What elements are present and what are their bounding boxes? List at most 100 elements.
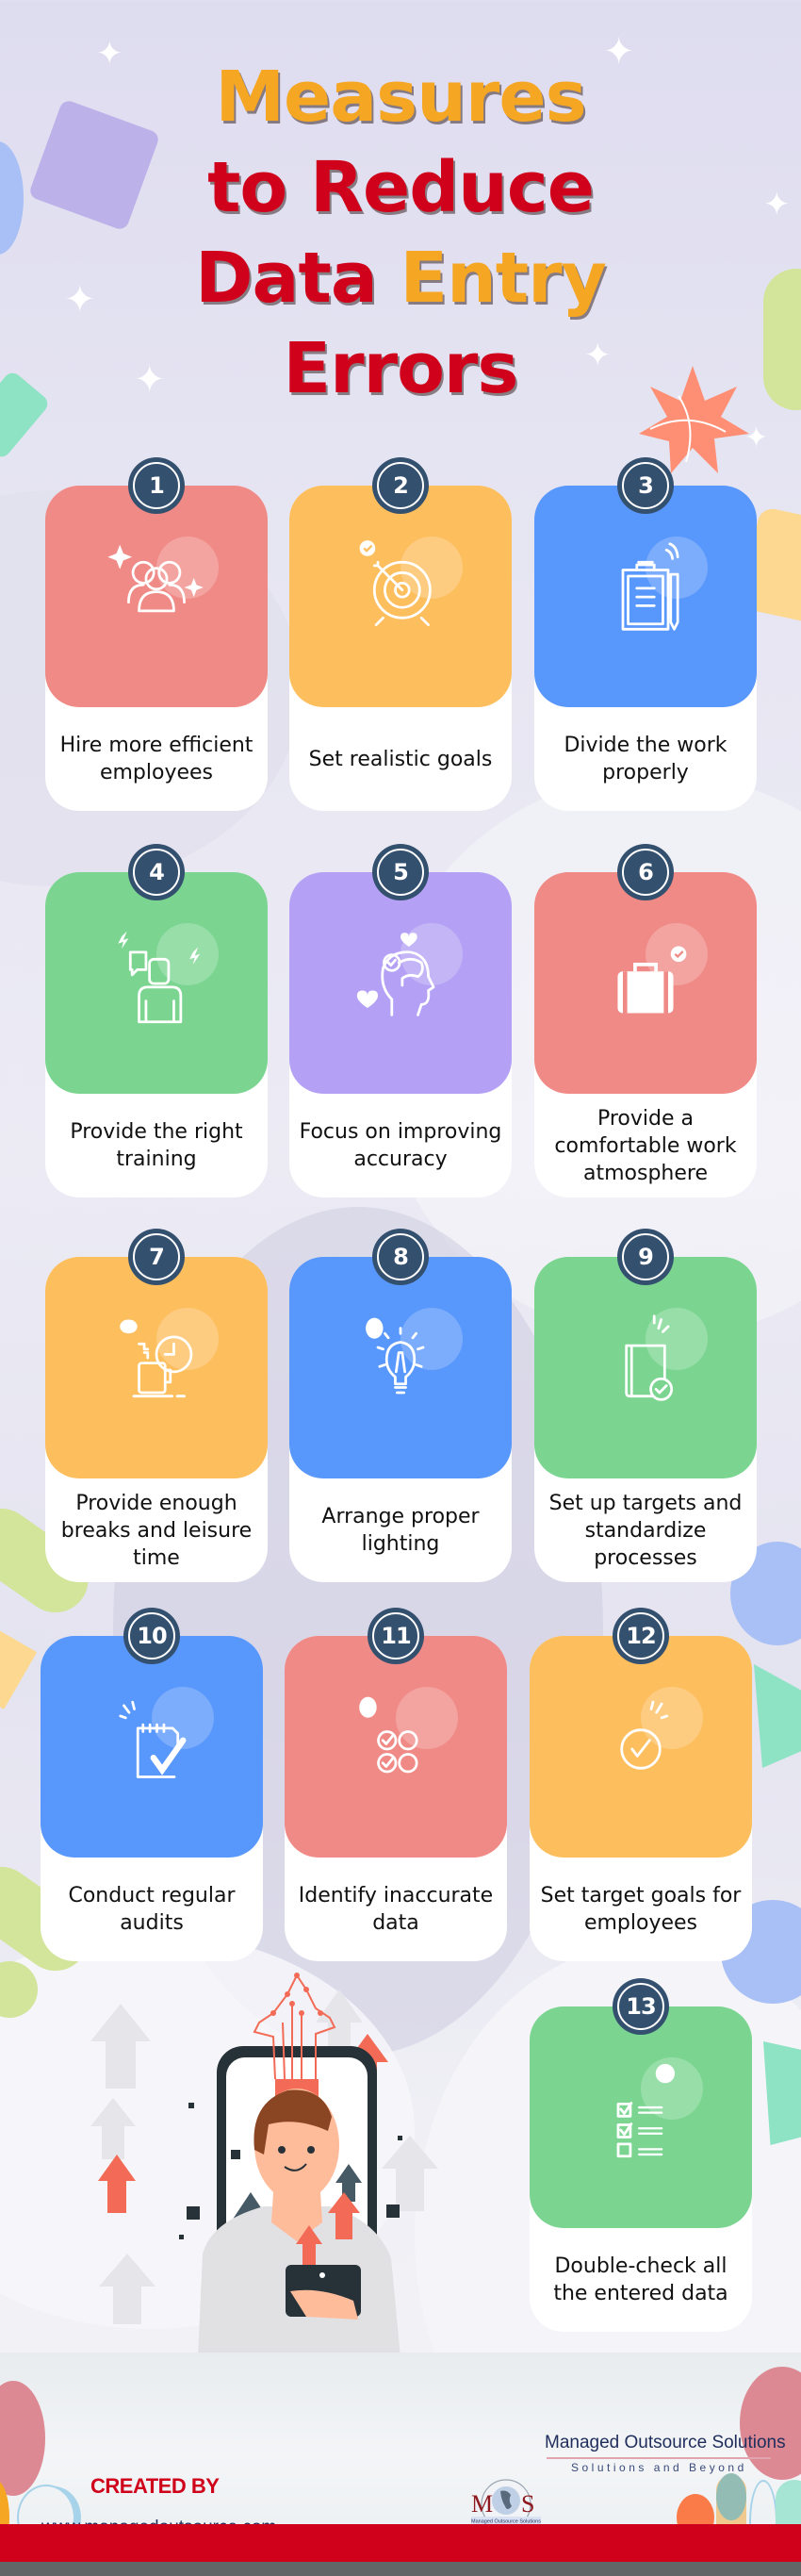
svg-text:S: S	[521, 2490, 534, 2518]
brand-tagline: Solutions and Beyond	[571, 2461, 747, 2474]
step-number-badge: 5	[372, 844, 429, 900]
measure-card-color-block	[289, 1257, 512, 1478]
step-number: 7	[149, 1244, 165, 1270]
measure-card-color-block	[45, 1257, 268, 1478]
step-number-badge: 2	[372, 457, 429, 514]
measure-label: Double-check all the entered data	[553, 2254, 728, 2305]
measure-card-color-block	[41, 1636, 263, 1858]
measure-label: Focus on improving accuracy	[299, 1120, 502, 1171]
footer-grey-band	[0, 2562, 801, 2576]
measure-label: Conduct regular audits	[68, 1884, 236, 1935]
step-number: 12	[626, 1623, 656, 1649]
trainee-icon	[118, 931, 201, 1024]
measure-card: 6 Provide a comfortable work atmosphere	[534, 844, 757, 1197]
decor-yellow-diamond	[0, 1628, 38, 1709]
svg-text:M: M	[471, 2490, 493, 2518]
step-number: 3	[638, 472, 654, 499]
measure-card-color-block	[285, 1636, 507, 1858]
page-title: Measures to Reduce Data Entry Errors	[0, 52, 801, 414]
step-number: 13	[626, 1993, 656, 2020]
measure-card: 5 Focus on improving accuracy	[289, 844, 512, 1197]
team-icon	[107, 544, 204, 613]
brand-name: Managed Outsource Solutions	[545, 2433, 786, 2452]
step-number-badge: 13	[613, 1978, 669, 2035]
step-number: 4	[149, 859, 165, 885]
measure-label: Provide the right training	[70, 1120, 243, 1171]
measure-card: 7 Provide enough breaks and leisure time	[45, 1229, 268, 1582]
target-icon	[359, 540, 432, 627]
title-word-entry: Entry	[400, 238, 607, 319]
measure-card-color-block	[45, 872, 268, 1094]
step-number: 10	[137, 1623, 167, 1649]
measure-card: 11 Identify inaccurate data	[285, 1608, 507, 1961]
step-number-badge: 4	[128, 844, 185, 900]
step-number-badge: 1	[128, 457, 185, 514]
measure-card-color-block	[530, 2006, 752, 2228]
measure-label: Identify inaccurate data	[298, 1884, 494, 1935]
measure-card: 12 Set target goals for employees	[530, 1608, 752, 1961]
measure-label: Hire more efficient employees	[59, 734, 253, 784]
step-number: 1	[149, 472, 165, 499]
measure-label: Set target goals for employees	[540, 1884, 742, 1935]
measure-card-color-block	[530, 1636, 752, 1858]
measure-card-color-block	[534, 486, 757, 707]
step-number-badge: 11	[368, 1608, 424, 1664]
measure-card: 13 Double-check all the entered data	[530, 1978, 752, 2332]
step-number-badge: 7	[128, 1229, 185, 1285]
measure-label: Divide the work properly	[564, 734, 727, 784]
title-word-data: Data	[195, 238, 400, 319]
book-check-icon	[625, 1314, 674, 1401]
step-number-badge: 8	[372, 1229, 429, 1285]
step-number: 2	[393, 472, 409, 499]
step-number-badge: 10	[123, 1608, 180, 1664]
decor-teal-circle	[716, 2473, 746, 2520]
decor-mint-triangle	[754, 1664, 801, 1768]
decor-pink-circle	[0, 2381, 45, 2496]
measure-card: 10 Conduct regular audits	[41, 1608, 263, 1961]
title-line-1: Measures	[215, 57, 586, 138]
decor-pink-arrow-circle	[740, 2367, 801, 2480]
sparkle-icon: ✦	[744, 421, 769, 454]
step-number: 5	[393, 859, 409, 885]
measure-label: Provide enough breaks and leisure time	[60, 1491, 253, 1570]
measure-card-color-block	[289, 872, 512, 1094]
notepad-check-icon	[119, 1700, 187, 1778]
step-number-badge: 3	[617, 457, 674, 514]
title-line-3: Data Entry	[0, 233, 801, 323]
clipboard-icon	[621, 542, 679, 631]
man-with-tablet-illustration	[90, 1973, 438, 2357]
step-number: 11	[381, 1623, 411, 1649]
mind-icon	[356, 933, 435, 1016]
step-number: 8	[393, 1244, 409, 1270]
step-number-badge: 9	[617, 1229, 674, 1285]
title-line-4: Errors	[283, 328, 519, 409]
measure-card: 4 Provide the right training	[45, 844, 268, 1197]
measure-card: 9 Set up targets and standardize process…	[534, 1229, 757, 1582]
check-circle-icon	[620, 1700, 669, 1770]
title-line-2: to Reduce	[207, 147, 595, 228]
checkbox-list-icon	[616, 2063, 676, 2158]
measure-card-color-block	[45, 486, 268, 707]
briefcase-icon	[617, 946, 687, 1014]
brand-divider	[547, 2457, 771, 2459]
step-number: 6	[638, 859, 654, 885]
measure-label: Set realistic goals	[308, 747, 493, 771]
created-by-label: CREATED BY	[90, 2474, 220, 2498]
light-bulb-icon	[366, 1317, 425, 1395]
measure-card: 8 Arrange proper lighting	[289, 1229, 512, 1582]
measure-card: 3 Divide the work properly	[534, 457, 757, 811]
measure-label: Set up targets and standardize processes	[548, 1491, 743, 1570]
measure-card: 1 Hire more efficient employees	[45, 457, 268, 811]
coffee-break-icon	[120, 1319, 193, 1398]
checklist-circles-icon	[359, 1696, 418, 1774]
step-number: 9	[638, 1244, 654, 1270]
footer-red-band	[0, 2524, 801, 2562]
measure-card-color-block	[534, 872, 757, 1094]
measure-card-color-block	[289, 486, 512, 707]
measure-card-color-block	[534, 1257, 757, 1478]
step-number-badge: 12	[613, 1608, 669, 1664]
measure-card: 2 Set realistic goals	[289, 457, 512, 811]
measure-label: Arrange proper lighting	[321, 1505, 480, 1556]
step-number-badge: 6	[617, 844, 674, 900]
measure-label: Provide a comfortable work atmosphere	[554, 1106, 737, 1185]
